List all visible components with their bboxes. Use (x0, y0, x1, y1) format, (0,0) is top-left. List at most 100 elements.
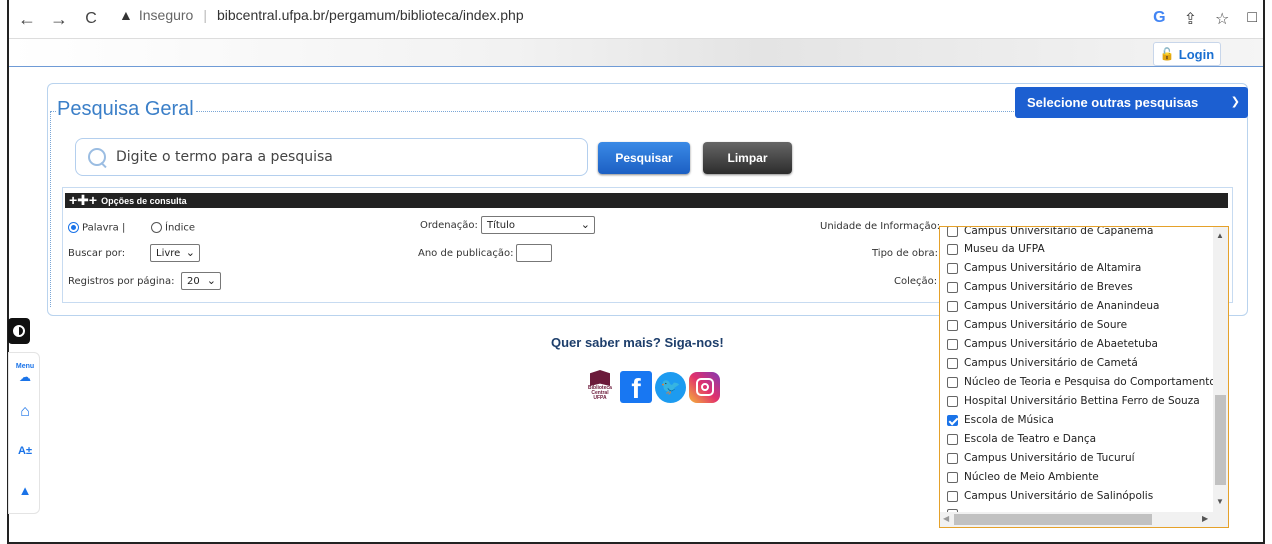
list-item-label: Campus Universitário de Tucuruí (964, 452, 1135, 464)
list-item[interactable]: Campus Universitário de Tucuruí (947, 452, 1135, 464)
list-item-label: Campus Universitário de Altamira (964, 262, 1142, 274)
checkbox-checked[interactable] (947, 414, 958, 426)
checkbox[interactable] (947, 319, 958, 331)
checkbox[interactable] (947, 262, 958, 274)
star-icon[interactable]: ☆ (1215, 9, 1229, 29)
ano-label: Ano de publicação: (418, 248, 514, 259)
reload-icon[interactable]: C (79, 10, 103, 28)
list-item[interactable]: Campus Universitário de Cametá (947, 357, 1138, 369)
ano-input[interactable] (516, 244, 552, 262)
list-item[interactable]: Campus Universitário de Salinópolis (947, 490, 1153, 502)
warning-icon: ▲ (119, 7, 133, 23)
checkbox[interactable] (947, 376, 958, 388)
scroll-right-icon[interactable]: ▶ (1202, 514, 1208, 523)
chevron-down-icon: ⌄ (580, 218, 590, 231)
scroll-up-icon[interactable]: ▲ (1216, 231, 1224, 240)
radio-indice[interactable]: Índice (151, 222, 195, 234)
options-label: Opções de consulta (101, 195, 187, 206)
list-item[interactable]: Campus Universitário de Breves (947, 281, 1133, 293)
checkbox[interactable] (947, 471, 958, 483)
list-item[interactable]: Núcleo de Meio Ambiente (947, 471, 1099, 483)
checkbox[interactable] (947, 395, 958, 407)
scroll-top-icon[interactable]: ▲ (9, 483, 41, 498)
checkbox[interactable] (947, 281, 958, 293)
list-item-label: Campus Universitário de Abaetetuba (964, 338, 1158, 350)
share-icon[interactable]: ⇪ (1184, 9, 1197, 29)
list-item[interactable]: Campus Universitário de Capanema (947, 226, 1154, 237)
list-item[interactable]: Museu da UFPA (947, 243, 1045, 255)
clear-button[interactable]: Limpar (703, 142, 792, 174)
biblioteca-icon[interactable]: Biblioteca Central UFPA (583, 370, 617, 404)
radio-palavra[interactable]: Palavra | (68, 222, 125, 234)
font-size-icon[interactable]: A± (9, 445, 41, 457)
chevron-down-icon: ⌄ (185, 246, 195, 259)
checkbox[interactable] (947, 490, 958, 502)
horizontal-scrollbar[interactable]: ◀ ▶ (940, 512, 1228, 527)
list-item[interactable]: Escola de Teatro e Dança (947, 433, 1096, 445)
unidade-multiselect[interactable]: Campus Universitário de Capanema Museu d… (939, 226, 1229, 528)
checkbox[interactable] (947, 227, 958, 237)
buscar-por-label: Buscar por: (68, 248, 126, 259)
contrast-icon[interactable] (8, 318, 30, 344)
list-item-label: Núcleo de Meio Ambiente (964, 471, 1099, 483)
registros-select[interactable]: 20 ⌄ (181, 272, 221, 290)
checkbox[interactable] (947, 452, 958, 464)
radio-palavra-icon[interactable] (68, 222, 79, 233)
list-item-label: Escola de Música (964, 414, 1054, 426)
google-icon[interactable]: G (1153, 9, 1165, 29)
fieldset-border-top (196, 111, 1016, 112)
chevron-down-icon: ⌄ (206, 274, 216, 287)
radio-indice-label: Índice (165, 222, 196, 234)
list-item[interactable]: Hospital Universitário Bettina Ferro de … (947, 395, 1200, 407)
checkbox[interactable] (947, 300, 958, 312)
ordenacao-select[interactable]: Título ⌄ (481, 216, 595, 234)
other-searches-select[interactable]: Selecione outras pesquisas ❯ (1015, 87, 1248, 118)
checkbox[interactable] (947, 338, 958, 350)
list-item[interactable]: Campus Universitário de Soure (947, 319, 1127, 331)
checkbox[interactable] (947, 243, 958, 255)
insecure-label: Inseguro (138, 7, 194, 23)
login-label: Login (1178, 46, 1215, 62)
side-panel-icon[interactable]: □ (1247, 9, 1257, 29)
social-links: Biblioteca Central UFPA f 🐦 (583, 370, 720, 404)
list-item-label: Museu da UFPA (964, 243, 1045, 255)
facebook-icon[interactable]: f (620, 371, 652, 403)
scrollbar-thumb[interactable] (1215, 395, 1226, 485)
menu-label: Menu (15, 363, 35, 370)
address-bar[interactable]: ▲ Inseguro | bibcentral.ufpa.br/pergamum… (119, 7, 524, 23)
options-toggle[interactable]: +✚+ Opções de consulta (65, 192, 1228, 208)
twitter-icon[interactable]: 🐦 (655, 371, 686, 403)
scroll-left-icon[interactable]: ◀ (943, 514, 949, 523)
list-item[interactable]: Campus Universitário de Altamira (947, 262, 1141, 274)
colecao-label: Coleção: (894, 276, 938, 287)
home-icon[interactable]: ⌂ (9, 403, 41, 421)
forward-icon[interactable]: → (47, 9, 71, 30)
radio-indice-icon[interactable] (151, 222, 162, 233)
unlock-icon: 🔓 (1159, 47, 1175, 61)
list-item[interactable]: Campus Universitário de Abaetetuba (947, 338, 1158, 350)
checkbox[interactable] (947, 433, 958, 445)
follow-us-text: Quer saber mais? Siga-nos! (551, 335, 724, 350)
login-button[interactable]: 🔓 Login (1153, 42, 1221, 66)
ordenacao-value: Título (487, 219, 516, 231)
menu-icon[interactable]: Menu ☁ (9, 363, 41, 384)
tipo-obra-label: Tipo de obra: (872, 248, 938, 259)
search-input[interactable]: Digite o termo para a pesquisa (75, 138, 588, 176)
scroll-down-icon[interactable]: ▼ (1216, 497, 1224, 506)
scrollbar-thumb[interactable] (954, 514, 1152, 525)
unidade-label: Unidade de Informação: (820, 221, 941, 232)
list-item[interactable]: Escola de Música (947, 414, 1054, 426)
checkbox[interactable] (947, 357, 958, 369)
other-searches-label: Selecione outras pesquisas (1027, 95, 1199, 110)
vertical-scrollbar[interactable]: ▲ ▼ (1213, 227, 1228, 513)
back-icon[interactable]: ← (15, 9, 39, 30)
list-item[interactable]: Campus Universitário de Ananindeua (947, 300, 1159, 312)
list-item-label: Campus Universitário de Capanema (964, 226, 1154, 237)
list-item[interactable]: Núcleo de Teoria e Pesquisa do Comportam… (947, 376, 1216, 388)
address-separator: | (203, 7, 207, 23)
search-button[interactable]: Pesquisar (598, 142, 690, 174)
buscar-por-select[interactable]: Livre ⌄ (150, 244, 200, 262)
list-item-label: Núcleo de Teoria e Pesquisa do Comportam… (964, 376, 1216, 388)
radio-palavra-label: Palavra | (82, 222, 126, 234)
instagram-icon[interactable] (689, 371, 720, 403)
